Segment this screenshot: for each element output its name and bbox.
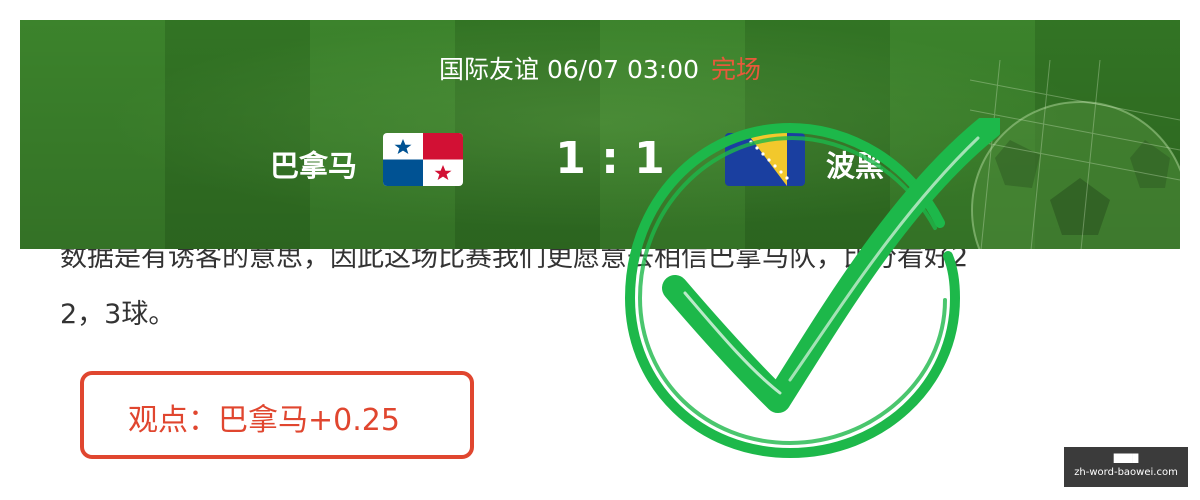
opinion-text: 观点：巴拿马+0.25: [128, 403, 400, 438]
watermark-title: ████: [1113, 454, 1139, 463]
home-team-name: 巴拿马: [270, 149, 358, 183]
panama-flag-icon: [383, 133, 463, 186]
soccer-ball-icon: [970, 60, 1180, 249]
opinion-box: 观点：巴拿马+0.25: [80, 371, 474, 459]
competition-label: 国际友谊: [439, 55, 540, 84]
match-status: 完场: [710, 55, 761, 84]
article-text-line: 2，3球。: [60, 299, 176, 330]
match-banner: 国际友谊 06/07 03:00 完场 巴拿马 1 : 1 波黑: [20, 20, 1180, 249]
match-info: 国际友谊 06/07 03:00 完场: [20, 50, 1180, 86]
match-datetime: 06/07 03:00: [546, 55, 700, 84]
watermark-url: zh-word-baowei.com: [1074, 467, 1178, 478]
watermark-badge: ████ zh-word-baowei.com: [1064, 447, 1188, 487]
check-mark-icon: [625, 118, 1000, 458]
